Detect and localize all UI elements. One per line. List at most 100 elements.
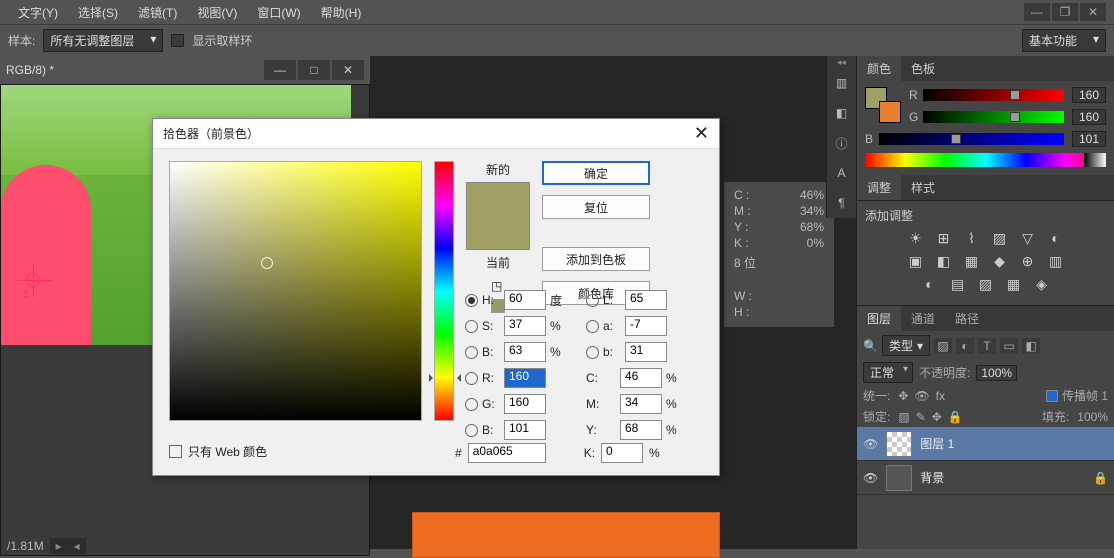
layer-filter-mode[interactable]: 类型 ▾ xyxy=(882,335,930,356)
minimize-icon[interactable]: — xyxy=(1024,3,1050,21)
m-input[interactable]: 34 xyxy=(620,394,662,414)
propagate-checkbox[interactable] xyxy=(1046,390,1058,402)
r-value[interactable]: 160 xyxy=(1072,87,1106,103)
photofilter-icon[interactable]: ◧ xyxy=(935,253,953,270)
menu-help[interactable]: 帮助(H) xyxy=(311,4,372,21)
posterize-icon[interactable]: ▥ xyxy=(1047,253,1065,270)
invert-icon[interactable]: ⊕ xyxy=(1019,253,1037,270)
bb-input[interactable]: 101 xyxy=(504,420,546,440)
l-input[interactable]: 65 xyxy=(625,290,667,310)
filter-adjust-icon[interactable]: ◐ xyxy=(956,338,974,354)
color-cursor-icon[interactable] xyxy=(261,257,273,269)
hue-icon[interactable]: ◐ xyxy=(1047,230,1065,247)
restore-icon[interactable]: ❐ xyxy=(1052,3,1078,21)
b-value[interactable]: 101 xyxy=(1072,131,1106,147)
close-icon[interactable]: ✕ xyxy=(694,123,709,144)
close-app-icon[interactable]: ✕ xyxy=(1080,3,1106,21)
colorlookup-icon[interactable]: ◆ xyxy=(991,253,1009,270)
g-slider[interactable] xyxy=(923,111,1064,123)
hex-input[interactable]: a0a065 xyxy=(468,443,546,463)
unify-pos-icon[interactable]: ✥ xyxy=(898,389,908,403)
h-input[interactable]: 60 xyxy=(504,290,546,310)
unify-style-icon[interactable]: fx xyxy=(936,389,945,403)
channelmix-icon[interactable]: ▦ xyxy=(963,253,981,270)
doc-max-icon[interactable]: □ xyxy=(298,60,330,80)
histogram-icon[interactable]: ▥ xyxy=(827,68,856,98)
tab-swatches[interactable]: 色板 xyxy=(901,56,945,81)
k-input[interactable]: 0 xyxy=(601,443,643,463)
layer-row[interactable]: 👁 背景 🔒 xyxy=(857,461,1114,495)
eye-icon[interactable]: 👁 xyxy=(863,437,878,451)
tab-paths[interactable]: 路径 xyxy=(945,306,989,331)
fill-value[interactable]: 100% xyxy=(1077,410,1108,424)
collapse-grip-icon[interactable]: ◂◂ xyxy=(826,56,856,68)
current-color-swatch[interactable] xyxy=(467,216,529,249)
tab-layers[interactable]: 图层 xyxy=(857,306,901,331)
document-tab-title[interactable]: RGB/8) * xyxy=(6,63,54,77)
filter-text-icon[interactable]: T xyxy=(978,338,996,354)
g-radio[interactable] xyxy=(465,398,478,411)
menu-view[interactable]: 视图(V) xyxy=(187,4,247,21)
r-radio[interactable] xyxy=(465,372,478,385)
menu-text[interactable]: 文字(Y) xyxy=(8,4,68,21)
brightness-icon[interactable]: ☀ xyxy=(907,230,925,247)
background-swatch[interactable] xyxy=(879,101,901,123)
ok-button[interactable]: 确定 xyxy=(542,161,650,185)
filter-smart-icon[interactable]: ◧ xyxy=(1022,338,1040,354)
reset-button[interactable]: 复位 xyxy=(542,195,650,219)
bv-radio[interactable] xyxy=(465,346,478,359)
lock-all-icon[interactable]: 🔒 xyxy=(948,410,963,424)
g-input[interactable]: 160 xyxy=(504,394,546,414)
layer-name[interactable]: 背景 xyxy=(920,469,944,486)
sample-select[interactable]: 所有无调整图层 xyxy=(43,29,163,52)
spectrum-strip[interactable] xyxy=(865,153,1106,167)
adj-extra2-icon[interactable]: ◈ xyxy=(1033,276,1051,293)
blab-radio[interactable] xyxy=(586,346,599,359)
threshold-icon[interactable]: ◐ xyxy=(921,276,939,293)
hue-slider[interactable] xyxy=(434,161,454,421)
scroll-left-icon[interactable]: ◂ xyxy=(68,538,86,554)
lock-trans-icon[interactable]: ▨ xyxy=(898,410,909,424)
layer-row[interactable]: 👁 图层 1 xyxy=(857,427,1114,461)
opacity-value[interactable]: 100% xyxy=(976,365,1017,381)
info-icon[interactable]: ⓘ xyxy=(827,128,856,158)
tab-adjustments[interactable]: 调整 xyxy=(857,175,901,200)
show-ring-checkbox[interactable] xyxy=(171,34,184,47)
layer-thumb[interactable] xyxy=(886,431,912,457)
web-only-checkbox[interactable] xyxy=(169,445,182,458)
layer-name[interactable]: 图层 1 xyxy=(920,435,954,452)
blab-input[interactable]: 31 xyxy=(625,342,667,362)
s-input[interactable]: 37 xyxy=(504,316,546,336)
a-input[interactable]: -7 xyxy=(625,316,667,336)
filter-shape-icon[interactable]: ▭ xyxy=(1000,338,1018,354)
h-radio[interactable] xyxy=(465,294,478,307)
a-radio[interactable] xyxy=(586,320,599,333)
doc-close-icon[interactable]: ✕ xyxy=(332,60,364,80)
add-swatch-button[interactable]: 添加到色板 xyxy=(542,247,650,271)
tab-color[interactable]: 颜色 xyxy=(857,56,901,81)
tab-channels[interactable]: 通道 xyxy=(901,306,945,331)
status-arrow-icon[interactable]: ▸ xyxy=(50,538,68,554)
eye-icon[interactable]: 👁 xyxy=(863,471,878,485)
layer-thumb[interactable] xyxy=(886,465,912,491)
bb-radio[interactable] xyxy=(465,424,478,437)
lock-pos-icon[interactable]: ✥ xyxy=(932,410,942,424)
curves-icon[interactable]: ⌇ xyxy=(963,230,981,247)
bv-input[interactable]: 63 xyxy=(504,342,546,362)
c-input[interactable]: 46 xyxy=(620,368,662,388)
menu-select[interactable]: 选择(S) xyxy=(68,4,128,21)
r-slider[interactable] xyxy=(923,89,1064,101)
paragraph-icon[interactable]: ¶ xyxy=(827,188,856,218)
hue-thumb-icon[interactable] xyxy=(429,374,461,382)
filter-image-icon[interactable]: ▨ xyxy=(934,338,952,354)
character-icon[interactable]: A xyxy=(827,158,856,188)
r-input[interactable]: 160 xyxy=(504,368,546,388)
lock-paint-icon[interactable]: ✎ xyxy=(916,410,926,424)
blend-mode-select[interactable]: 正常 xyxy=(863,362,913,383)
y-input[interactable]: 68 xyxy=(620,420,662,440)
color-field[interactable] xyxy=(169,161,422,421)
b-slider[interactable] xyxy=(879,133,1064,145)
gradmap-icon[interactable]: ▤ xyxy=(949,276,967,293)
vibrance-icon[interactable]: ▽ xyxy=(1019,230,1037,247)
exposure-icon[interactable]: ▨ xyxy=(991,230,1009,247)
